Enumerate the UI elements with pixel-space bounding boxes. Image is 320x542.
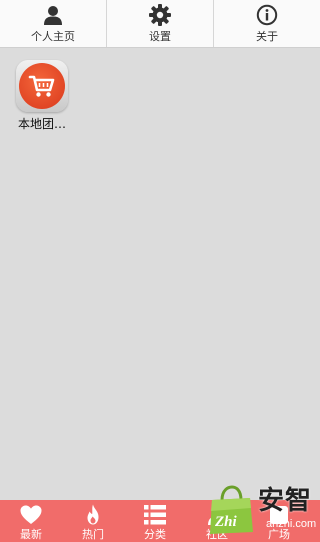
nav-item-hot[interactable]: 热门 <box>62 500 124 542</box>
nav-item-label: 广场 <box>268 528 290 541</box>
nav-item-label: 热门 <box>82 528 104 541</box>
nav-item-label: 最新 <box>20 528 42 541</box>
app-shortcut-local-group-buy[interactable]: 本地团… <box>12 60 72 132</box>
square-icon <box>270 506 288 524</box>
person-icon <box>44 6 62 25</box>
app-icon-disc <box>19 63 65 109</box>
shopping-cart-icon <box>28 75 55 97</box>
gear-icon <box>149 4 171 26</box>
nav-item-label: 分类 <box>144 528 166 541</box>
menu-item-settings[interactable]: 设置 <box>107 0 214 47</box>
community-icon <box>208 505 226 525</box>
menu-item-about[interactable]: 关于 <box>214 0 320 47</box>
app-icon <box>16 60 68 112</box>
menu-item-profile[interactable]: 个人主页 <box>0 0 107 47</box>
nav-item-community[interactable]: 社区 <box>186 500 248 542</box>
heart-icon <box>20 505 42 524</box>
menu-item-label: 设置 <box>149 30 171 43</box>
list-icon <box>144 505 166 525</box>
flame-icon <box>87 504 99 525</box>
nav-item-label: 社区 <box>206 528 228 541</box>
menu-item-label: 关于 <box>256 30 278 43</box>
nav-item-latest[interactable]: 最新 <box>0 500 62 542</box>
nav-item-category[interactable]: 分类 <box>124 500 186 542</box>
bottom-nav-bar: 最新 热门 分类 社区 广场 <box>0 500 320 542</box>
nav-item-square[interactable]: 广场 <box>248 500 310 542</box>
menu-item-label: 个人主页 <box>31 30 75 43</box>
top-menu-bar: 个人主页 设置 关于 <box>0 0 320 48</box>
app-screen: 个人主页 设置 关于 本地团… 最新 热门 分类 社区 广场 Zhi 安智 an… <box>0 0 320 542</box>
app-label: 本地团… <box>17 117 66 131</box>
info-icon <box>256 4 278 26</box>
